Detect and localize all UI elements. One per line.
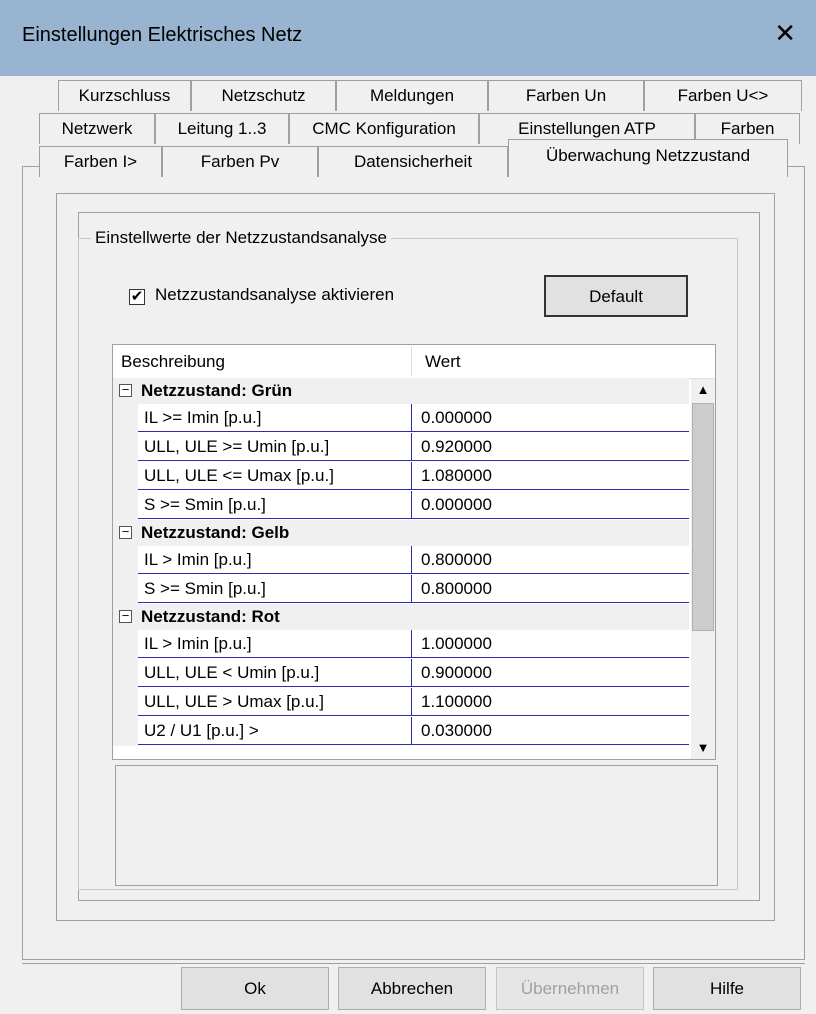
title-bar: Einstellungen Elektrisches Netz ✕ xyxy=(0,0,816,76)
apply-button[interactable]: Übernehmen xyxy=(496,967,644,1010)
grid-row: S >= Smin [p.u.] 0.800000 xyxy=(113,575,689,604)
grid-row: IL >= Imin [p.u.] 0.000000 xyxy=(113,404,689,433)
tab-farben-un[interactable]: Farben Un xyxy=(488,80,644,111)
tab-überwachung-netzzustand[interactable]: Überwachung Netzzustand xyxy=(508,139,788,177)
row-description: U2 / U1 [p.u.] > xyxy=(138,717,411,745)
row-indent xyxy=(113,688,138,717)
tab-farben-i[interactable]: Farben I> xyxy=(39,146,162,177)
collapse-icon[interactable]: − xyxy=(119,383,132,397)
settings-grid: Beschreibung Wert − Netzzustand: Grün IL >… xyxy=(112,344,716,760)
grid-scrollbar[interactable]: ▲ ▼ xyxy=(691,379,715,759)
grid-group-label: Netzzustand: Gelb xyxy=(141,523,290,542)
group-legend: Einstellwerte der Netzzustandsanalyse xyxy=(91,228,391,248)
row-value-field[interactable]: 1.100000 xyxy=(411,688,689,716)
grid-group-label: Netzzustand: Grün xyxy=(141,381,293,400)
row-value-field[interactable]: 1.080000 xyxy=(411,462,689,490)
grid-group-header: − Netzzustand: Gelb xyxy=(113,520,689,546)
collapse-icon[interactable]: − xyxy=(119,609,132,623)
column-header-value[interactable]: Wert xyxy=(425,345,461,378)
grid-row: IL > Imin [p.u.] 1.000000 xyxy=(113,630,689,659)
row-description: IL > Imin [p.u.] xyxy=(138,630,411,658)
description-box xyxy=(115,765,718,886)
row-indent xyxy=(113,546,138,575)
cancel-button[interactable]: Abbrechen xyxy=(338,967,486,1010)
tab-leitung-1-3[interactable]: Leitung 1..3 xyxy=(155,113,289,144)
tab-cmc-konfiguration[interactable]: CMC Konfiguration xyxy=(289,113,479,144)
help-button[interactable]: Hilfe xyxy=(653,967,801,1010)
row-value-field[interactable]: 0.030000 xyxy=(411,717,689,745)
enable-analysis-checkbox[interactable]: ✔ xyxy=(129,289,145,305)
scroll-thumb[interactable] xyxy=(692,403,714,631)
row-description: ULL, ULE <= Umax [p.u.] xyxy=(138,462,411,490)
row-value-field[interactable]: 0.000000 xyxy=(411,491,689,519)
tab-kurzschluss[interactable]: Kurzschluss xyxy=(58,80,191,111)
grid-group-label: Netzzustand: Rot xyxy=(141,607,280,626)
grid-row: IL > Imin [p.u.] 0.800000 xyxy=(113,546,689,575)
default-button[interactable]: Default xyxy=(544,275,688,317)
row-value-field[interactable]: 0.800000 xyxy=(411,575,689,603)
row-indent xyxy=(113,433,138,462)
grid-row: ULL, ULE < Umin [p.u.] 0.900000 xyxy=(113,659,689,688)
row-description: ULL, ULE < Umin [p.u.] xyxy=(138,659,411,687)
row-indent xyxy=(113,462,138,491)
row-indent xyxy=(113,717,138,746)
tab-meldungen[interactable]: Meldungen xyxy=(336,80,488,111)
tab-netzwerk[interactable]: Netzwerk xyxy=(39,113,155,144)
column-header-description[interactable]: Beschreibung xyxy=(121,345,225,378)
row-indent xyxy=(113,630,138,659)
row-indent xyxy=(113,575,138,604)
row-value-field[interactable]: 1.000000 xyxy=(411,630,689,658)
footer-divider xyxy=(22,963,805,964)
close-icon[interactable]: ✕ xyxy=(774,20,796,46)
row-description: S >= Smin [p.u.] xyxy=(138,575,411,603)
enable-analysis-label[interactable]: Netzzustandsanalyse aktivieren xyxy=(155,285,394,305)
row-indent xyxy=(113,404,138,433)
column-divider[interactable] xyxy=(411,347,412,376)
grid-row: ULL, ULE > Umax [p.u.] 1.100000 xyxy=(113,688,689,717)
row-value-field[interactable]: 0.920000 xyxy=(411,433,689,461)
row-indent xyxy=(113,491,138,520)
row-value-field[interactable]: 0.000000 xyxy=(411,404,689,432)
row-description: ULL, ULE >= Umin [p.u.] xyxy=(138,433,411,461)
row-value-field[interactable]: 0.800000 xyxy=(411,546,689,574)
row-description: ULL, ULE > Umax [p.u.] xyxy=(138,688,411,716)
row-description: IL >= Imin [p.u.] xyxy=(138,404,411,432)
ok-button[interactable]: Ok xyxy=(181,967,329,1010)
collapse-icon[interactable]: − xyxy=(119,525,132,539)
grid-row: ULL, ULE <= Umax [p.u.] 1.080000 xyxy=(113,462,689,491)
grid-header: Beschreibung Wert xyxy=(113,345,715,379)
tab-farben-u[interactable]: Farben U<> xyxy=(644,80,802,111)
tab-netzschutz[interactable]: Netzschutz xyxy=(191,80,336,111)
tab-farben-pv[interactable]: Farben Pv xyxy=(162,146,318,177)
window-title: Einstellungen Elektrisches Netz xyxy=(22,24,303,46)
grid-row: S >= Smin [p.u.] 0.000000 xyxy=(113,491,689,520)
grid-group-header: − Netzzustand: Grün xyxy=(113,378,689,404)
grid-row: ULL, ULE >= Umin [p.u.] 0.920000 xyxy=(113,433,689,462)
scroll-up-icon[interactable]: ▲ xyxy=(691,379,715,401)
scroll-down-icon[interactable]: ▼ xyxy=(691,737,715,759)
grid-group-header: − Netzzustand: Rot xyxy=(113,604,689,630)
grid-row: U2 / U1 [p.u.] >0.030000 xyxy=(113,717,689,746)
row-description: S >= Smin [p.u.] xyxy=(138,491,411,519)
row-description: IL > Imin [p.u.] xyxy=(138,546,411,574)
tab-datensicherheit[interactable]: Datensicherheit xyxy=(318,146,508,177)
row-indent xyxy=(113,659,138,688)
row-value-field[interactable]: 0.900000 xyxy=(411,659,689,687)
